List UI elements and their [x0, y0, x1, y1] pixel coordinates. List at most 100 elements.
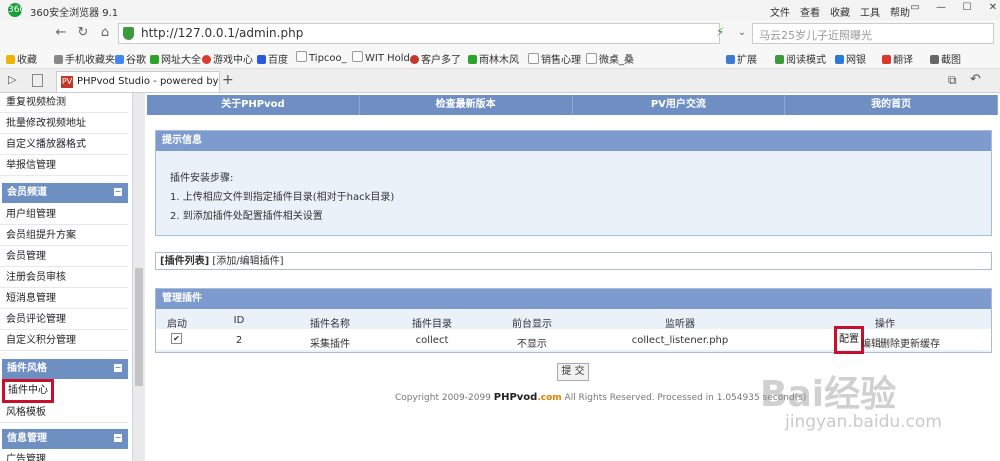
sidebar-item-upgrade[interactable]: 会员组提升方案 — [0, 226, 128, 246]
refresh-icon[interactable]: ↻ — [74, 24, 92, 42]
tips-heading: 插件安装步骤: — [170, 173, 234, 184]
col-id: ID — [233, 315, 245, 326]
bookmark-games[interactable]: 游戏中心 — [202, 51, 253, 66]
delete-link[interactable]: 删除 — [880, 335, 900, 350]
bookmark-wit[interactable]: WIT Hold — [352, 51, 410, 64]
config-link[interactable]: 配置 — [834, 326, 864, 354]
menu-file[interactable]: 文件 — [770, 4, 790, 19]
title-bar: 360 360安全浏览器 9.1 文件 查看 收藏 工具 帮助 ▭ — ☐ ✕ — [0, 0, 1000, 20]
nav-community[interactable]: PV用户交流 — [573, 95, 786, 115]
url-text: http://127.0.0.1/admin.php — [141, 26, 304, 40]
baidu-watermark-url: jingyan.baidu.com — [785, 412, 942, 432]
baidu-watermark: Bai经验 — [760, 374, 897, 415]
scissors-icon — [930, 55, 939, 64]
home-icon[interactable]: ⌂ — [96, 24, 114, 42]
browser-logo-icon: 360 — [8, 3, 26, 17]
restore-tabs-icon[interactable]: ⧉ — [948, 73, 957, 88]
sidebar-item-reports[interactable]: 举报信管理 — [0, 156, 128, 176]
nav-about[interactable]: 关于PHPvod — [147, 95, 360, 115]
site-icon — [410, 55, 419, 64]
translate-icon — [882, 55, 891, 64]
page-icon[interactable] — [32, 74, 43, 87]
collapse-icon[interactable]: − — [114, 364, 122, 372]
sidebar-item-members[interactable]: 会员管理 — [0, 247, 128, 267]
nav-my-home[interactable]: 我的首页 — [785, 95, 998, 115]
skin-icon[interactable]: ▭ — [905, 2, 925, 13]
menu-favorites[interactable]: 收藏 — [830, 4, 850, 19]
page-icon — [296, 51, 307, 62]
submit-button[interactable]: 提 交 — [557, 363, 589, 381]
phpvod-favicon-icon: PV — [61, 76, 73, 88]
collapse-icon[interactable]: − — [114, 434, 122, 442]
bookmark-desk[interactable]: 微桌_桑 — [586, 51, 634, 66]
sidebar-item-usergroups[interactable]: 用户组管理 — [0, 205, 128, 225]
speed-mode-icon[interactable]: ⚡ — [716, 25, 724, 39]
sidebar-scroll-thumb[interactable] — [135, 268, 143, 386]
sidebar-item-messages[interactable]: 短消息管理 — [0, 289, 128, 309]
tips-title: 提示信息 — [156, 131, 991, 151]
bookmark-tipcoo[interactable]: Tipcoo_ — [296, 51, 347, 64]
enabled-checkbox[interactable]: ✔ — [171, 333, 182, 344]
menu-tools[interactable]: 工具 — [860, 4, 880, 19]
sidebar-item-templates[interactable]: 风格模板 — [0, 403, 128, 423]
toolbar-extensions[interactable]: 扩展 — [726, 51, 757, 66]
cell-id: 2 — [235, 335, 243, 346]
top-nav: 关于PHPvod 检查最新版本 PV用户交流 我的首页 — [147, 95, 998, 115]
bookmark-hao[interactable]: 网址大全 — [150, 51, 201, 66]
maximize-icon[interactable]: ☐ — [957, 2, 977, 13]
collapse-icon[interactable]: − — [114, 188, 122, 196]
col-enabled: 启动 — [167, 319, 187, 330]
google-icon — [115, 55, 124, 64]
plugin-tabs: [插件列表] [添加/编辑插件] — [155, 252, 992, 270]
col-front: 前台显示 — [512, 319, 552, 330]
toolbar-screenshot[interactable]: 截图 — [930, 51, 961, 66]
chevron-down-icon[interactable]: ⌄ — [733, 24, 751, 42]
game-icon — [202, 55, 211, 64]
tips-step: 2. 到添加插件处配置插件相关设置 — [170, 211, 323, 222]
undo-icon[interactable]: ↶ — [970, 72, 981, 87]
edit-link[interactable]: 编辑 — [861, 335, 881, 350]
sidebar-item-plugin-center[interactable]: 插件中心 — [2, 379, 54, 403]
bookmark-favorites[interactable]: 收藏 — [6, 51, 37, 66]
site-icon — [468, 55, 477, 64]
toolbar-translate[interactable]: 翻译 — [882, 51, 913, 66]
sidebar-toggle-icon[interactable]: ▷ — [8, 73, 16, 86]
bookmark-ylmf[interactable]: 雨林木风 — [468, 51, 519, 66]
col-dir: 插件目录 — [412, 319, 452, 330]
new-tab-button[interactable]: + — [222, 72, 234, 88]
sidebar-item-points[interactable]: 自定义积分管理 — [0, 331, 128, 351]
bookmark-baidu[interactable]: 百度 — [257, 51, 288, 66]
bookmark-customers[interactable]: 客户多了 — [410, 51, 461, 66]
sidebar-section-member[interactable]: 会员频道 − — [2, 183, 128, 203]
refresh-cache-link[interactable]: 更新缓存 — [900, 335, 940, 350]
site-icon — [150, 55, 159, 64]
toolbar-reader[interactable]: 阅读模式 — [775, 51, 826, 66]
sidebar-item-review[interactable]: 注册会员审核 — [0, 268, 128, 288]
sidebar-section-info[interactable]: 信息管理 − — [2, 429, 128, 449]
close-icon[interactable]: ✕ — [983, 2, 1000, 13]
tab-add-plugin[interactable]: [添加/编辑插件] — [212, 256, 283, 267]
bookmark-sales[interactable]: 销售心理 — [528, 51, 581, 66]
sidebar-item-comments[interactable]: 会员评论管理 — [0, 310, 128, 330]
bookmark-google[interactable]: 谷歌 — [115, 51, 146, 66]
page-icon — [352, 51, 363, 62]
sidebar-item-player-format[interactable]: 自定义播放器格式 — [0, 135, 128, 155]
plugins-title: 管理插件 — [156, 289, 991, 309]
reader-icon — [775, 55, 784, 64]
menu-view[interactable]: 查看 — [800, 4, 820, 19]
address-input[interactable]: http://127.0.0.1/admin.php — [118, 23, 720, 44]
back-icon[interactable]: ← — [52, 24, 70, 42]
tab-plugin-list[interactable]: [插件列表] — [160, 256, 209, 267]
phone-icon — [54, 55, 63, 64]
minimize-icon[interactable]: — — [931, 2, 951, 13]
bookmarks-bar: 收藏 手机收藏夹 谷歌 网址大全 游戏中心 百度 Tipcoo_ WIT Hol… — [0, 46, 1000, 69]
sidebar-item-dup-check[interactable]: 重复视频检测 — [0, 93, 128, 113]
tab-phpvod[interactable]: PV PHPvod Studio - powered by — [56, 71, 220, 92]
sidebar-item-ads[interactable]: 广告管理 — [0, 450, 128, 461]
nav-check-version[interactable]: 检查最新版本 — [360, 95, 573, 115]
search-input[interactable]: 马云25岁儿子近照曝光 — [752, 23, 994, 44]
bookmark-mobile[interactable]: 手机收藏夹 — [54, 51, 115, 66]
sidebar-item-batch-url[interactable]: 批量修改视频地址 — [0, 114, 128, 134]
toolbar-bank[interactable]: 网银 — [835, 51, 866, 66]
sidebar-section-plugin[interactable]: 插件风格 − — [2, 359, 128, 379]
